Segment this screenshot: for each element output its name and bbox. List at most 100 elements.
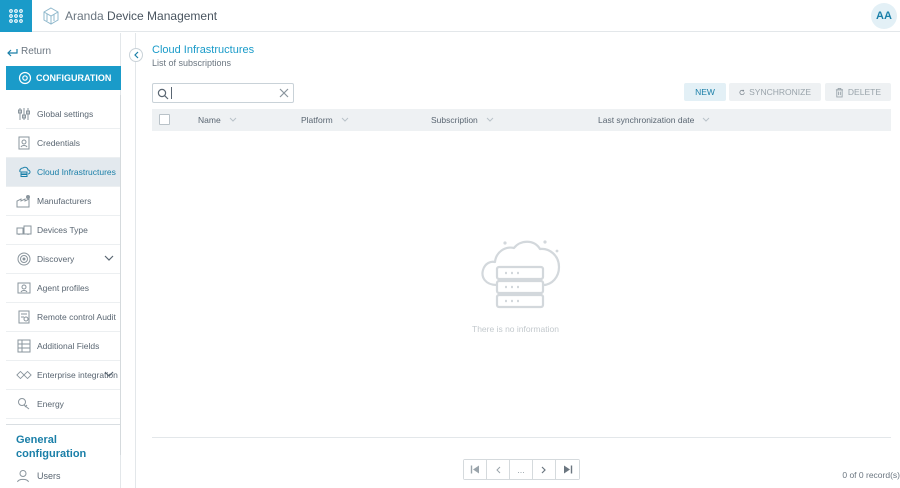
return-arrow-icon [7,48,18,56]
empty-state-message: There is no information [472,324,559,334]
column-label: Platform [301,115,333,125]
gear-icon [18,71,32,85]
cloud-server-empty-icon [481,240,561,309]
chevron-down-icon[interactable] [104,370,114,380]
radar-icon [16,251,32,267]
chevron-left-icon [134,51,139,59]
last-page-icon [563,465,572,474]
sidebar-scrollbar[interactable] [120,95,121,455]
delete-button[interactable]: DELETE [825,83,891,101]
sidebar-item-label: Remote control Audit [37,312,116,322]
column-header-subscription[interactable]: Subscription [431,115,494,125]
chevron-down-icon [486,117,494,122]
sidebar-item-label: Manufacturers [37,196,92,206]
sidebar-item-energy[interactable]: Energy [6,390,120,419]
remote-icon [16,309,32,325]
cloud-server-icon [16,164,32,180]
pagination: ... [463,459,580,480]
first-page-icon [470,465,479,474]
user-avatar[interactable]: AA [871,3,897,29]
sidebar-item-remote-control-audit[interactable]: Remote control Audit [6,303,120,332]
chevron-left-icon [496,466,501,473]
page-subtitle: List of subscriptions [152,58,232,68]
column-header-last-sync[interactable]: Last synchronization date [598,115,710,125]
configuration-button[interactable]: CONFIGURATION [6,66,121,90]
search-input[interactable] [171,87,276,99]
column-label: Subscription [431,115,478,125]
column-header-platform[interactable]: Platform [301,115,349,125]
last-page-button[interactable] [556,460,579,479]
sidebar-item-label: Agent profiles [37,283,89,293]
sidebar-item-label: Cloud Infrastructures [37,167,116,177]
sidebar-item-label: Discovery [37,254,75,264]
sidebar-item-discovery[interactable]: Discovery [6,245,120,274]
handshake-icon [16,367,32,383]
chevron-right-icon [541,466,546,473]
sidebar-item-cloud-infrastructures[interactable]: Cloud Infrastructures [6,158,120,187]
column-label: Name [198,115,221,125]
chevron-down-icon [703,117,710,122]
app-launcher-button[interactable] [0,0,32,32]
id-card-icon [16,135,32,151]
page-indicator: ... [510,460,533,479]
sidebar-divider [6,424,120,425]
sidebar-item-credentials[interactable]: Credentials [6,129,120,158]
sidebar-item-label: Global settings [37,109,94,119]
fields-icon [16,338,32,354]
new-button[interactable]: NEW [684,83,726,101]
return-link[interactable]: Return [6,46,51,57]
column-label: Last synchronization date [598,115,695,125]
table-header: Name Platform Subscription Last synchron… [152,109,891,131]
sidebar-item-label: Users [37,471,61,481]
sidebar-item-label: Energy [37,399,64,409]
sidebar-item-users[interactable]: Users [16,469,61,483]
next-page-button[interactable] [533,460,556,479]
sidebar: Return CONFIGURATION Global settings Cre… [0,33,121,488]
clear-icon[interactable] [279,88,289,98]
sliders-icon [16,106,32,122]
energy-icon [16,396,32,412]
agent-icon [16,280,32,296]
synchronize-button[interactable]: SYNCHRONIZE [729,83,821,101]
synchronize-label: SYNCHRONIZE [749,87,811,97]
page-title: Cloud Infrastructures [152,44,255,56]
table-footer-divider [152,437,891,438]
new-label: NEW [695,87,715,97]
sidebar-item-enterprise-integration[interactable]: Enterprise integration [6,361,120,390]
column-header-name[interactable]: Name [198,115,237,125]
cube-logo-icon [43,7,59,25]
delete-label: DELETE [847,87,881,97]
refresh-icon [739,89,745,95]
sidebar-item-additional-fields[interactable]: Additional Fields [6,332,120,361]
record-count: 0 of 0 record(s) [842,470,900,480]
trash-icon [835,87,844,97]
collapse-sidebar-button[interactable] [129,48,143,62]
return-label: Return [21,46,52,57]
select-all-checkbox[interactable] [159,114,170,125]
search-icon [157,88,169,100]
sidebar-item-agent-profiles[interactable]: Agent profiles [6,274,120,303]
previous-page-button[interactable] [487,460,510,479]
sidebar-item-label: Devices Type [37,225,88,235]
chevron-down-icon [341,117,349,122]
grid-icon [9,9,23,23]
general-configuration-heading: General configuration [16,434,87,460]
app-logo: Aranda Device Management [42,7,217,25]
chevron-down-icon[interactable] [104,254,114,264]
app-name: Aranda Device Management [65,9,218,23]
search-box [152,83,294,103]
devices-icon [16,222,32,238]
sidebar-item-label: Credentials [37,138,80,148]
config-menu: Global settings Credentials Cloud Infras… [6,100,120,419]
first-page-button[interactable] [464,460,487,479]
sidebar-item-label: Additional Fields [37,341,100,351]
configuration-label: CONFIGURATION [36,73,112,83]
sidebar-border [135,33,136,488]
sidebar-item-devices-type[interactable]: Devices Type [6,216,120,245]
sidebar-item-manufacturers[interactable]: Manufacturers [6,187,120,216]
chevron-down-icon [229,117,237,122]
factory-icon [16,193,32,209]
top-bar: Aranda Device Management AA [0,0,900,32]
sidebar-item-global-settings[interactable]: Global settings [6,100,120,129]
user-icon [17,470,29,483]
